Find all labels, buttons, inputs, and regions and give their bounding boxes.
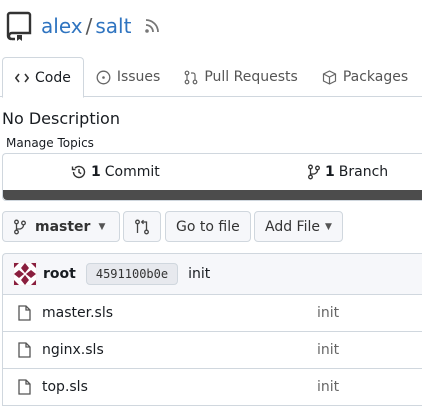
commits-label: Commit — [104, 164, 160, 180]
list-item[interactable]: nginx.sls init — [3, 332, 422, 369]
branches-count: 1 — [325, 164, 335, 180]
commit-author[interactable]: root — [43, 266, 76, 282]
tab-packages-label: Packages — [342, 69, 409, 85]
repo-separator: / — [85, 14, 93, 38]
compare-icon — [135, 219, 149, 234]
file-name[interactable]: top.sls — [42, 379, 88, 395]
issue-icon — [96, 70, 111, 84]
repo-owner-link[interactable]: alex — [41, 14, 83, 38]
go-to-file-button[interactable]: Go to file — [165, 211, 251, 242]
file-icon — [18, 305, 31, 321]
file-commit-message[interactable]: init — [317, 342, 339, 358]
list-item[interactable]: top.sls init — [3, 369, 422, 406]
file-commit-message[interactable]: init — [317, 305, 339, 321]
tab-pull-requests[interactable]: Pull Requests — [172, 57, 309, 97]
avatar[interactable] — [13, 262, 37, 286]
tab-issues[interactable]: Issues — [84, 57, 173, 97]
repo-description: No Description — [2, 109, 120, 128]
commits-count: 1 — [91, 164, 101, 180]
file-name[interactable]: master.sls — [42, 305, 113, 321]
branch-selector[interactable]: master ▼ — [2, 211, 120, 242]
chevron-down-icon: ▼ — [98, 221, 106, 232]
add-file-label: Add File — [265, 218, 320, 235]
commit-message[interactable]: init — [188, 266, 210, 282]
file-name[interactable]: nginx.sls — [42, 342, 104, 358]
tab-code-label: Code — [35, 69, 71, 86]
repo-title: alex / salt — [41, 14, 131, 38]
code-icon — [15, 73, 29, 82]
repo-header: alex / salt — [5, 8, 161, 44]
pull-request-icon — [184, 70, 198, 84]
latest-commit-bar: root 4591100b0e init — [2, 253, 422, 295]
compare-button[interactable] — [123, 211, 161, 242]
chevron-down-icon: ▼ — [324, 221, 332, 232]
branch-icon — [308, 164, 320, 180]
repo-stats: 1 Commit 1 Branch — [2, 153, 422, 201]
commit-sha[interactable]: 4591100b0e — [85, 263, 179, 285]
branches-label: Branch — [338, 164, 389, 180]
language-bar — [3, 190, 422, 200]
list-item[interactable]: master.sls init — [3, 295, 422, 332]
tab-pull-requests-label: Pull Requests — [204, 69, 298, 85]
manage-topics-link[interactable]: Manage Topics — [6, 136, 94, 150]
repo-icon — [6, 11, 32, 41]
rss-icon[interactable] — [143, 17, 161, 35]
repo-name-link[interactable]: salt — [95, 14, 131, 38]
tab-packages[interactable]: Packages — [310, 57, 420, 97]
branches-stat[interactable]: 1 Branch — [307, 154, 388, 190]
add-file-button[interactable]: Add File ▼ — [254, 211, 343, 242]
tab-code[interactable]: Code — [2, 57, 84, 98]
file-icon — [18, 342, 31, 358]
branch-name: master — [35, 218, 91, 235]
file-commit-message[interactable]: init — [317, 379, 339, 395]
repo-tabs: Code Issues Pull Requests Packages — [0, 57, 422, 98]
file-icon — [18, 379, 31, 395]
branch-icon — [14, 219, 26, 234]
commits-stat[interactable]: 1 Commit — [71, 154, 160, 190]
tab-issues-label: Issues — [116, 69, 161, 85]
history-icon — [71, 165, 86, 179]
package-icon — [322, 69, 336, 85]
file-list: master.sls init nginx.sls init top.sls i… — [2, 295, 422, 406]
